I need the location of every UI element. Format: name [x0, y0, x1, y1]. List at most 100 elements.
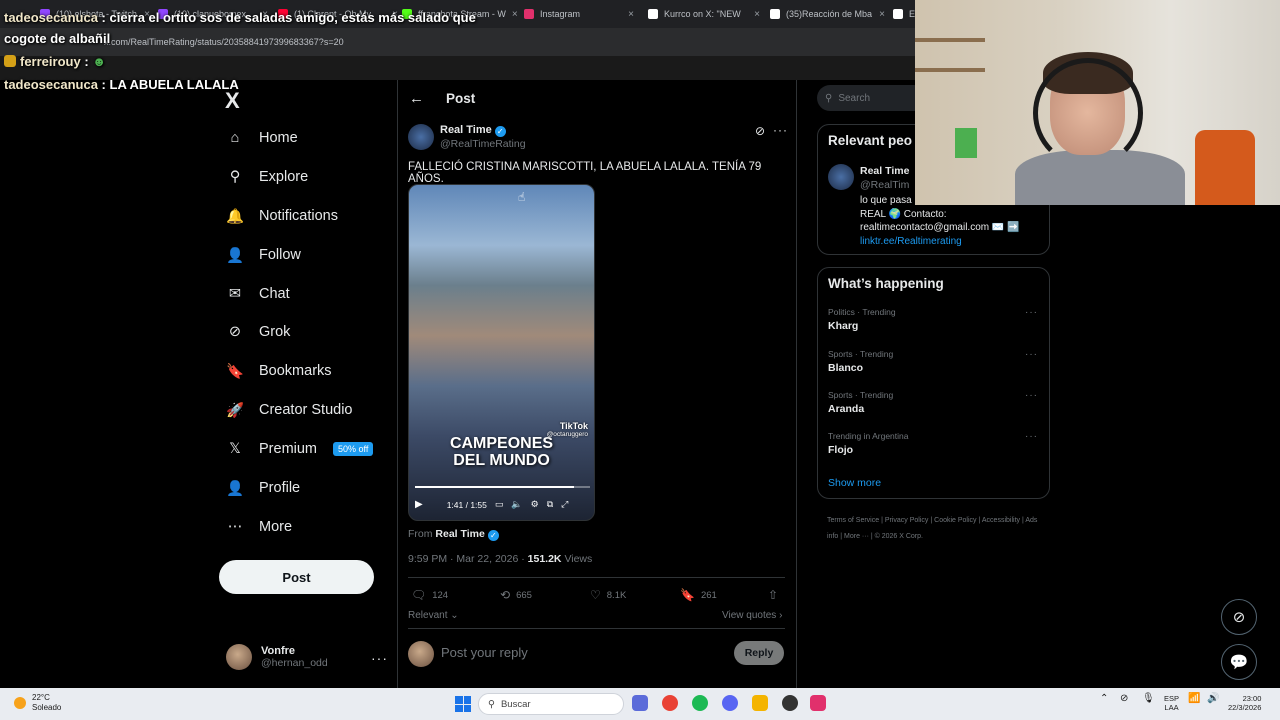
windows-start-icon[interactable] [455, 696, 471, 712]
taskbar-search[interactable]: ⚲ Buscar [478, 693, 624, 715]
weather-widget[interactable]: 22°C Soleado [14, 693, 61, 713]
bio-link[interactable]: linktr.ee/Realtimerating [860, 235, 1035, 249]
webcam-overlay [915, 0, 1280, 205]
video-progress-bar[interactable] [415, 486, 590, 488]
discord-icon[interactable] [722, 695, 738, 711]
volume-icon[interactable]: 🔊 [1207, 694, 1219, 704]
chat-message: cierra el ortito sos de saladas amigo, e… [109, 10, 476, 25]
trend-more-icon[interactable]: ··· [1025, 307, 1038, 318]
nav-item-premium[interactable]: 𝕏 Premium 50% off [225, 439, 374, 459]
footer-link[interactable]: Privacy Policy [885, 517, 929, 524]
nav-item-grok[interactable]: ⊘ Grok [225, 322, 291, 342]
browser-tab[interactable]: (35)Reacción de Mba × [770, 4, 885, 24]
trend-more-icon[interactable]: ··· [1025, 390, 1038, 401]
author-name[interactable]: Real Time ✓ [440, 124, 506, 137]
nav-item-bookmarks[interactable]: 🔖 Bookmarks [225, 361, 332, 381]
author-avatar[interactable] [408, 124, 434, 150]
chat-user: ferreirouy [20, 54, 81, 69]
tiktok-watermark: TikTok @octaruggero [547, 421, 588, 438]
footer-link[interactable]: Terms of Service [827, 517, 879, 524]
reply-input[interactable] [441, 645, 721, 660]
post-button[interactable]: Post [219, 560, 374, 594]
mail-icon: ✉ [228, 286, 242, 302]
share-icon[interactable]: ⇧ [768, 588, 778, 602]
footer-link[interactable]: Accessibility [982, 517, 1020, 524]
divider [408, 628, 785, 629]
video-player[interactable]: CAMPEONES DEL MUNDO TikTok @octaruggero … [408, 184, 595, 521]
chrome-icon[interactable] [662, 695, 678, 711]
browser-tab[interactable]: Instagram × [524, 4, 634, 24]
bookmark-icon: 🔖 [225, 363, 245, 380]
wifi-icon[interactable]: 📶 [1188, 694, 1200, 704]
sort-dropdown[interactable]: Relevant ⌄ [408, 610, 459, 621]
trend-item[interactable]: Politics · Trending Kharg ··· [828, 307, 1038, 332]
tab-label: Instagram [540, 9, 581, 19]
trend-item[interactable]: Trending in Argentina Flojo ··· [828, 431, 1038, 456]
footer-link[interactable]: Cookie Policy [934, 517, 976, 524]
grok-float-icon[interactable]: ⊘ [1221, 599, 1257, 635]
grok-icon[interactable]: ⊘ [755, 124, 765, 138]
more-options-icon[interactable]: ··· [773, 123, 788, 137]
file-explorer-icon[interactable] [632, 695, 648, 711]
language-indicator[interactable]: ESP LAA [1164, 694, 1179, 712]
nav-item-chat[interactable]: ✉ Chat [225, 284, 290, 304]
captions-icon[interactable]: ▭ [495, 499, 504, 510]
show-more-link[interactable]: Show more [828, 477, 881, 489]
trend-item[interactable]: Sports · Trending Blanco ··· [828, 349, 1038, 374]
footer-link[interactable]: © 2026 X Corp. [875, 533, 923, 540]
nav-label: Home [259, 130, 298, 146]
author-handle[interactable]: @RealTimeRating [440, 138, 526, 150]
account-switcher[interactable]: Vonfre @hernan_odd [226, 644, 328, 670]
from-name[interactable]: Real Time [435, 528, 484, 540]
creeper-figure [955, 128, 977, 158]
nav-item-explore[interactable]: ⚲ Explore [225, 167, 308, 187]
shelf [915, 68, 985, 72]
temperature: 22°C [32, 693, 50, 702]
spotify-icon[interactable] [692, 695, 708, 711]
account-more-icon[interactable]: ··· [371, 650, 388, 666]
mic-icon[interactable]: 🎙 [1142, 694, 1155, 704]
folder-icon[interactable] [752, 695, 768, 711]
app-icon[interactable] [810, 695, 826, 711]
tab-close-icon[interactable]: × [628, 9, 634, 20]
browser-tab[interactable]: Kurrco on X: "NEW × [648, 4, 760, 24]
nav-item-creator-studio[interactable]: 🚀 Creator Studio [225, 400, 353, 420]
clock[interactable]: 23:00 22/3/2026 [1228, 694, 1261, 712]
avatar[interactable] [828, 164, 854, 190]
repost-action[interactable]: ⟲ 665 [500, 588, 532, 602]
nav-item-profile[interactable]: 👤 Profile [225, 478, 300, 498]
relevant-person-handle[interactable]: @RealTim [860, 179, 909, 191]
tray-chevron-icon[interactable]: ⌃ [1100, 694, 1108, 704]
play-icon[interactable]: ▶ [415, 499, 423, 510]
nav-item-follow[interactable]: 👤 Follow [225, 245, 301, 265]
reply-button[interactable]: Reply [734, 641, 784, 665]
search-input[interactable]: ⚲ Search [817, 85, 927, 111]
settings-icon[interactable]: ⚙ [531, 499, 539, 510]
post-timestamp[interactable]: 9:59 PM · Mar 22, 2026 · [408, 553, 525, 565]
tab-close-icon[interactable]: × [512, 9, 517, 20]
pip-icon[interactable]: ⧉ [547, 499, 553, 510]
bookmark-icon: 🔖 [680, 588, 695, 602]
back-arrow-icon[interactable]: ← [409, 90, 424, 107]
url-text[interactable]: x.com/RealTimeRating/status/203588419739… [104, 37, 344, 47]
network-icon[interactable]: ⊘ [1120, 694, 1128, 704]
reply-action[interactable]: 🗨 124 [411, 588, 448, 602]
view-quotes-link[interactable]: View quotes › [722, 610, 782, 621]
trend-item[interactable]: Sports · Trending Aranda ··· [828, 390, 1038, 415]
trend-more-icon[interactable]: ··· [1025, 431, 1038, 442]
browser-tab[interactable]: E× [893, 4, 915, 24]
relevant-person-name[interactable]: Real Time [860, 165, 909, 177]
messages-float-icon[interactable]: 💬 [1221, 644, 1257, 680]
footer-link[interactable]: More ··· [844, 533, 869, 540]
tab-close-icon[interactable]: × [879, 9, 885, 20]
fullscreen-icon[interactable]: ⤢ [561, 499, 568, 510]
tab-close-icon[interactable]: × [754, 9, 760, 20]
bookmark-action[interactable]: 🔖 261 [680, 588, 717, 602]
obs-icon[interactable] [782, 695, 798, 711]
like-action[interactable]: ♡ 8.1K [590, 588, 626, 602]
nav-item-more[interactable]: ⋯ More [225, 517, 292, 537]
trend-more-icon[interactable]: ··· [1025, 349, 1038, 360]
nav-item-notifications[interactable]: 🔔 Notifications [225, 206, 338, 226]
nav-item-home[interactable]: ⌂ Home [225, 128, 298, 148]
volume-icon[interactable]: 🔈 [511, 499, 522, 510]
